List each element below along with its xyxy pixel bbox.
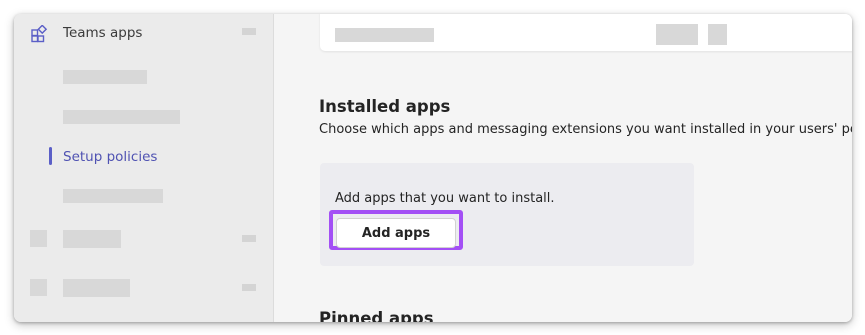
collapse-icon[interactable] [242, 235, 256, 242]
sidebar-item-setup-policies[interactable]: Setup policies [14, 142, 273, 172]
sidebar-item-placeholder[interactable] [63, 279, 130, 297]
install-apps-panel: Add apps that you want to install. Add a… [320, 163, 694, 266]
pinned-apps-title: Pinned apps [319, 309, 434, 322]
sidebar-item-label: Setup policies [63, 149, 158, 165]
collapse-icon[interactable] [242, 28, 256, 35]
sidebar-item-placeholder[interactable] [63, 110, 180, 124]
sidebar-item-label: Teams apps [63, 25, 143, 41]
main-content: Installed apps Choose which apps and mes… [274, 14, 852, 322]
add-apps-button[interactable]: Add apps [336, 218, 456, 248]
app-icon [30, 279, 47, 296]
sidebar-item-teams-apps[interactable]: Teams apps [14, 18, 273, 48]
sidebar-item-placeholder[interactable] [63, 230, 121, 248]
policy-header-card [320, 14, 852, 51]
sidebar: Teams apps Setup policies [14, 14, 274, 322]
policy-name-placeholder [335, 28, 434, 42]
installed-apps-description: Choose which apps and messaging extensio… [319, 122, 852, 137]
install-apps-prompt: Add apps that you want to install. [335, 191, 555, 206]
installed-apps-title: Installed apps [319, 97, 451, 116]
app-icon [30, 230, 47, 247]
action-placeholder[interactable] [656, 24, 698, 45]
action-placeholder[interactable] [708, 24, 727, 45]
app-window: Teams apps Setup policies Installed apps… [14, 14, 852, 322]
teams-apps-icon [31, 25, 48, 43]
sidebar-item-placeholder[interactable] [63, 70, 147, 84]
collapse-icon[interactable] [242, 284, 256, 291]
sidebar-item-placeholder[interactable] [63, 189, 163, 203]
active-indicator [49, 147, 52, 165]
